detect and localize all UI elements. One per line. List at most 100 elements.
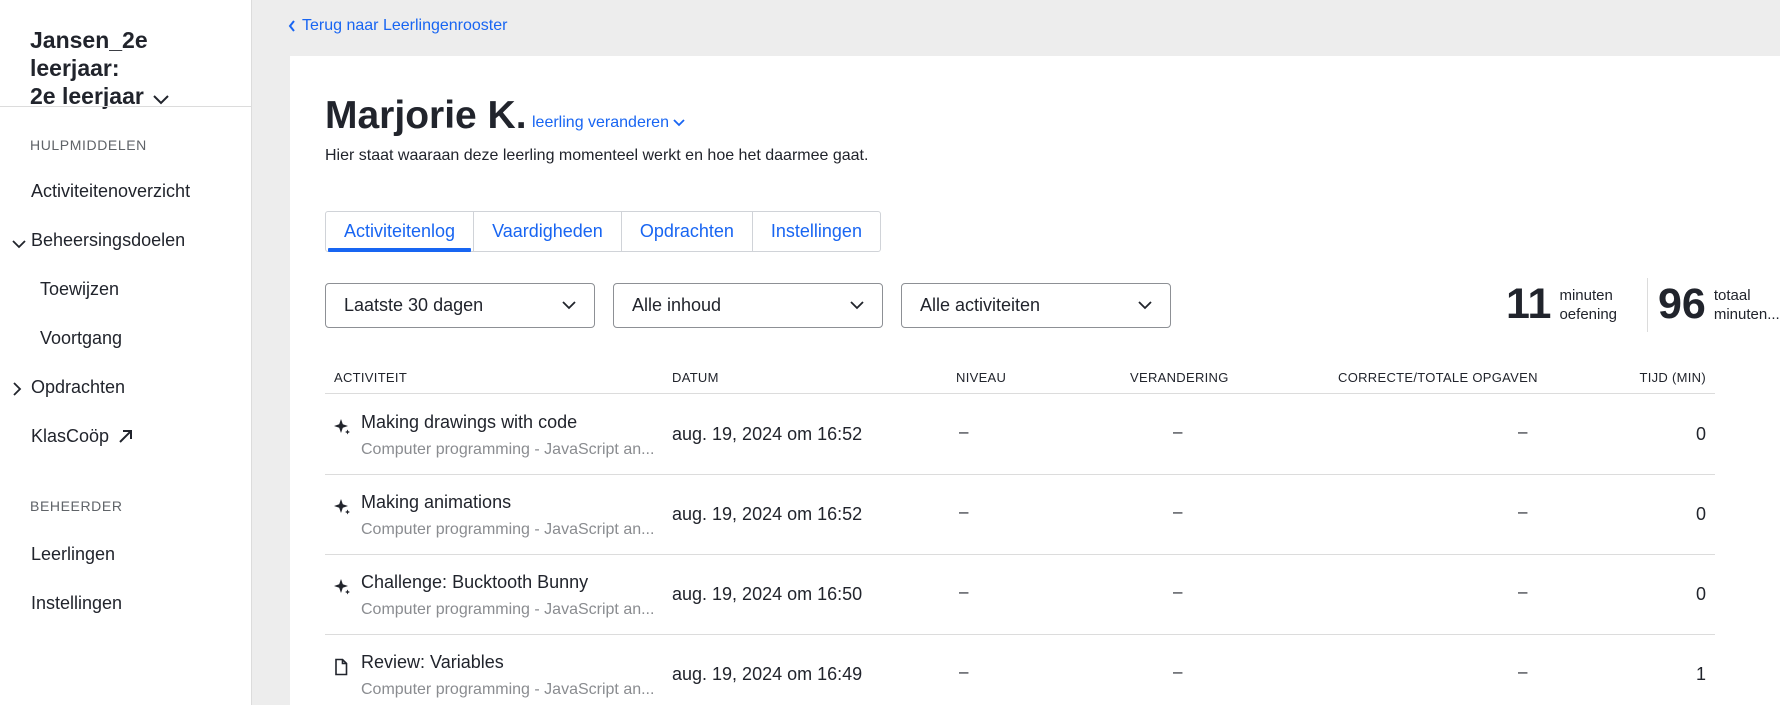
table-row[interactable]: Review: Variables Computer programming -… (325, 635, 1715, 705)
activity-correct-total: – (1518, 422, 1528, 441)
column-header-date[interactable]: DATUM (672, 370, 719, 385)
activity-level: – (959, 502, 969, 521)
activity-course: Computer programming - JavaScript an... (361, 601, 655, 618)
activity-time: 0 (1695, 584, 1706, 604)
chevron-left-icon (288, 20, 296, 32)
table-row[interactable]: Making animations Computer programming -… (325, 475, 1715, 555)
activity-level: – (959, 422, 969, 441)
column-header-correct-total[interactable]: CORRECTE/TOTALE OPGAVEN (1338, 370, 1538, 385)
activity-date: aug. 19, 2024 om 16:52 (672, 424, 863, 444)
class-selector[interactable]: Jansen_2e leerjaar: 2e leerjaar (30, 26, 240, 112)
sidebar-item-progress[interactable]: Voortgang (40, 328, 122, 349)
tab-settings[interactable]: Instellingen (753, 212, 880, 251)
tab-assignments[interactable]: Opdrachten (622, 212, 753, 251)
chevron-down-icon (850, 301, 864, 310)
column-header-level[interactable]: NIVEAU (956, 370, 1006, 385)
back-link-label: Terug naar Leerlingenrooster (302, 17, 508, 34)
activity-level: – (959, 662, 969, 681)
total-minutes-value: 96 (1658, 280, 1706, 328)
chevron-down-icon (1138, 301, 1152, 310)
activity-title[interactable]: Making drawings with code (361, 412, 577, 433)
sidebar-item-label: Opdrachten (31, 377, 126, 397)
sparkle-icon (333, 578, 351, 601)
period-select-value: Laatste 30 dagen (344, 295, 484, 315)
sidebar-item-label: Beheersingsdoelen (31, 230, 186, 250)
activities-select-value: Alle activiteiten (920, 295, 1041, 315)
practice-minutes-value: 11 (1506, 280, 1552, 328)
column-header-change[interactable]: VERANDERING (1130, 370, 1229, 385)
table-row[interactable]: Challenge: Bucktooth Bunny Computer prog… (325, 555, 1715, 635)
activity-date: aug. 19, 2024 om 16:50 (672, 584, 863, 604)
activity-change: – (1173, 662, 1183, 681)
column-header-activity[interactable]: ACTIVITEIT (334, 370, 407, 385)
sidebar-item-label: Activiteitenoverzicht (31, 181, 191, 201)
page-subtitle: Hier staat waaraan deze leerling momente… (325, 147, 869, 164)
sidebar-divider (0, 106, 252, 107)
sidebar-item-mastery-goals[interactable]: Beheersingsdoelen (12, 230, 186, 251)
activity-change: – (1173, 422, 1183, 441)
activity-time: 0 (1695, 504, 1706, 524)
tab-activity-log[interactable]: Activiteitenlog (326, 212, 475, 252)
sidebar-item-label: Toewijzen (40, 279, 120, 299)
document-icon (333, 658, 349, 681)
activity-course: Computer programming - JavaScript an... (361, 681, 655, 698)
activities-select[interactable]: Alle activiteiten (901, 283, 1171, 328)
activity-correct-total: – (1518, 662, 1528, 681)
stat-divider (1647, 278, 1648, 332)
table-header: ACTIVITEIT DATUM NIVEAU VERANDERING CORR… (325, 362, 1715, 394)
activity-correct-total: – (1518, 502, 1528, 521)
sidebar-item-label: KlasCoöp (31, 426, 110, 446)
chevron-down-icon (12, 233, 26, 254)
content-select-value: Alle inhoud (632, 295, 722, 315)
activity-time: 1 (1695, 664, 1706, 684)
sidebar-item-activity-overview[interactable]: Activiteitenoverzicht (31, 181, 190, 202)
sidebar-item-assign[interactable]: Toewijzen (40, 279, 119, 300)
student-name: Marjorie K. (325, 94, 527, 137)
column-header-time[interactable]: TIJD (MIN) (1639, 370, 1706, 385)
sidebar-item-assignments[interactable]: Opdrachten (13, 377, 126, 398)
change-student-dropdown[interactable]: leerling veranderen (532, 114, 685, 132)
sidebar-item-settings[interactable]: Instellingen (31, 593, 122, 614)
chevron-down-icon (152, 84, 170, 112)
sparkle-icon (333, 498, 351, 521)
section-label-tools: HULPMIDDELEN (30, 137, 147, 153)
practice-label-line2: oefening (1559, 305, 1618, 323)
sparkle-icon (333, 418, 351, 441)
practice-minutes-label: minuten oefening (1559, 286, 1617, 324)
activity-date: aug. 19, 2024 om 16:49 (672, 664, 863, 684)
activity-course: Computer programming - JavaScript an... (361, 521, 655, 538)
activity-level: – (959, 582, 969, 601)
activity-change: – (1173, 582, 1183, 601)
back-to-roster-link[interactable]: Terug naar Leerlingenrooster (288, 17, 507, 35)
sidebar-item-label: Voortgang (40, 328, 123, 348)
section-label-admin: BEHEERDER (30, 498, 123, 514)
activity-title[interactable]: Challenge: Bucktooth Bunny (361, 572, 588, 593)
activity-course: Computer programming - JavaScript an... (361, 441, 655, 458)
period-select[interactable]: Laatste 30 dagen (325, 283, 595, 328)
activity-title[interactable]: Review: Variables (361, 652, 504, 673)
activity-date: aug. 19, 2024 om 16:52 (672, 504, 863, 524)
activity-correct-total: – (1518, 582, 1528, 601)
sidebar-item-klascoop[interactable]: KlasCoöp (31, 426, 133, 447)
sidebar-item-students[interactable]: Leerlingen (31, 544, 115, 565)
tab-bar: Activiteitenlog Vaardigheden Opdrachten … (325, 211, 881, 252)
change-student-label: leerling veranderen (532, 114, 669, 131)
total-minutes-label: totaal minuten... (1714, 286, 1780, 324)
table-row[interactable]: Making drawings with code Computer progr… (325, 395, 1715, 475)
content-select[interactable]: Alle inhoud (613, 283, 883, 328)
total-label-line1: totaal (1713, 286, 1751, 304)
chevron-down-icon (673, 119, 685, 127)
sidebar-item-label: Instellingen (31, 593, 123, 613)
total-minutes-stat: 96 totaal minuten... (1658, 280, 1780, 329)
tab-skills[interactable]: Vaardigheden (474, 212, 622, 251)
chevron-right-icon (12, 380, 22, 401)
class-title-line1: Jansen_2e leerjaar: (30, 27, 148, 81)
sidebar-item-label: Leerlingen (31, 544, 116, 564)
practice-label-line1: minuten (1559, 286, 1613, 304)
total-label-line2: minuten... (1713, 305, 1780, 323)
activity-time: 0 (1695, 424, 1706, 444)
chevron-down-icon (562, 301, 576, 310)
practice-minutes-stat: 11 minuten oefening (1506, 280, 1617, 329)
sidebar: Jansen_2e leerjaar: 2e leerjaar HULPMIDD… (0, 0, 252, 705)
activity-title[interactable]: Making animations (361, 492, 511, 513)
